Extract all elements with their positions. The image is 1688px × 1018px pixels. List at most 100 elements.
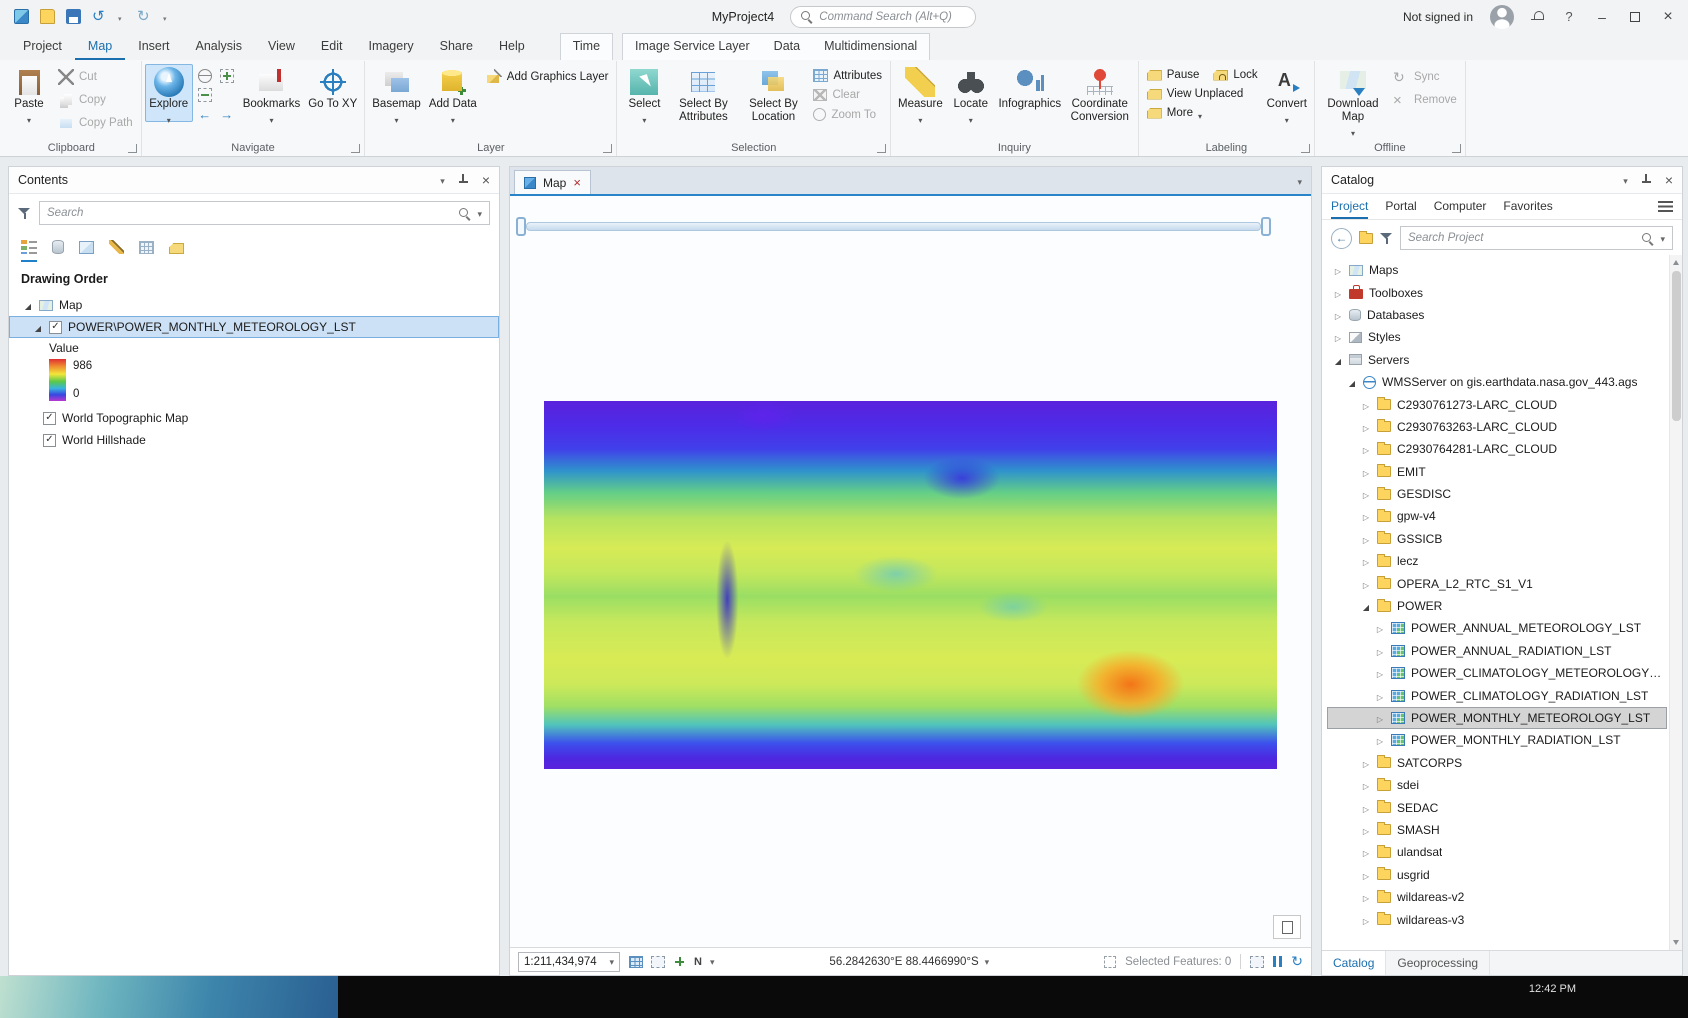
expander-icon[interactable]	[1361, 845, 1371, 859]
tab-help[interactable]: Help	[486, 33, 538, 60]
download-map-button[interactable]: Download Map	[1318, 64, 1388, 135]
lock-labels-button[interactable]: Lock	[1211, 68, 1259, 82]
catalog-search-box[interactable]	[1400, 226, 1673, 250]
contents-item-map[interactable]: Map	[9, 294, 499, 316]
time-slider-end-handle[interactable]	[1261, 217, 1271, 236]
expander-icon[interactable]	[1375, 666, 1385, 680]
expander-icon[interactable]	[1375, 621, 1385, 635]
catalog-item-folder[interactable]: ulandsat	[1327, 841, 1667, 863]
add-data-button[interactable]: Add Data	[425, 64, 481, 122]
catalog-item-folder[interactable]: SEDAC	[1327, 796, 1667, 818]
tab-analysis[interactable]: Analysis	[183, 33, 256, 60]
sync-button[interactable]: Sync	[1391, 68, 1459, 86]
bottom-tab-catalog[interactable]: Catalog	[1322, 951, 1386, 975]
layout-grid-icon[interactable]	[1250, 956, 1264, 968]
view-unplaced-button[interactable]: View Unplaced	[1145, 87, 1260, 101]
catalog-item-folder[interactable]: C2930764281-LARC_CLOUD	[1327, 438, 1667, 460]
undo-chevron-icon[interactable]	[118, 10, 126, 24]
tab-project[interactable]: Project	[10, 33, 75, 60]
copy-button[interactable]: Copy	[56, 91, 135, 109]
bottom-tab-geoprocessing[interactable]: Geoprocessing	[1386, 951, 1490, 975]
coordinate-conversion-button[interactable]: Coordinate Conversion	[1065, 64, 1135, 127]
expander-icon[interactable]	[1375, 644, 1385, 658]
layer-visibility-checkbox[interactable]	[43, 412, 56, 425]
map-view-tab[interactable]: Map	[514, 170, 591, 194]
layer-visibility-checkbox[interactable]	[43, 434, 56, 447]
back-button[interactable]	[1331, 228, 1352, 249]
dialog-launcher-icon[interactable]	[351, 144, 360, 153]
catalog-item-databases[interactable]: Databases	[1327, 304, 1667, 326]
contents-search-input[interactable]	[47, 207, 452, 219]
fixed-zoom-in-icon[interactable]	[220, 69, 234, 83]
select-button[interactable]: Select	[620, 64, 668, 122]
expander-icon[interactable]	[1361, 577, 1371, 591]
expander-icon[interactable]	[1361, 487, 1371, 501]
pause-labeling-button[interactable]: Pause	[1145, 68, 1202, 82]
zoom-to-button[interactable]: Zoom To	[811, 107, 884, 122]
refresh-icon[interactable]	[1291, 953, 1303, 970]
catalog-item-layer-selected[interactable]: POWER_MONTHLY_METEOROLOGY_LST	[1327, 707, 1667, 729]
tab-map[interactable]: Map	[75, 33, 125, 60]
filter-icon[interactable]	[18, 207, 31, 220]
maximize-button[interactable]	[1627, 9, 1643, 25]
list-by-selection-button[interactable]	[79, 241, 94, 262]
more-labeling-button[interactable]: More	[1145, 106, 1260, 120]
catalog-item-layer[interactable]: POWER_MONTHLY_RADIATION_LST	[1327, 729, 1667, 751]
avatar[interactable]	[1490, 5, 1514, 29]
expander-icon[interactable]	[1361, 509, 1371, 523]
catalog-item-folder[interactable]: sdei	[1327, 774, 1667, 796]
catalog-item-folder[interactable]: SMASH	[1327, 819, 1667, 841]
catalog-item-folder[interactable]: OPERA_L2_RTC_S1_V1	[1327, 572, 1667, 594]
paste-button[interactable]: Paste	[5, 64, 53, 122]
chevron-down-icon[interactable]	[440, 173, 445, 187]
undo-icon[interactable]	[92, 9, 107, 24]
contents-item-hillshade[interactable]: World Hillshade	[9, 429, 499, 451]
catalog-item-folder[interactable]: GESDISC	[1327, 483, 1667, 505]
scrollbar-thumb[interactable]	[1672, 271, 1681, 421]
expander-icon[interactable]	[33, 320, 43, 334]
contents-item-power-layer[interactable]: POWER\POWER_MONTHLY_METEOROLOGY_LST	[9, 316, 499, 338]
chevron-down-icon[interactable]	[1623, 173, 1628, 187]
catalog-item-folder[interactable]: lecz	[1327, 550, 1667, 572]
contents-item-topographic[interactable]: World Topographic Map	[9, 407, 499, 429]
catalog-item-folder[interactable]: SATCORPS	[1327, 752, 1667, 774]
expander-icon[interactable]	[1361, 778, 1371, 792]
scroll-down-icon[interactable]	[1673, 940, 1679, 945]
pause-drawing-icon[interactable]	[1273, 956, 1282, 967]
explore-button[interactable]: Explore	[145, 64, 193, 122]
expander-icon[interactable]	[1375, 689, 1385, 703]
catalog-tab-favorites[interactable]: Favorites	[1503, 194, 1552, 219]
zoom-to-selection-icon[interactable]	[219, 87, 235, 103]
tab-imagery[interactable]: Imagery	[355, 33, 426, 60]
power-monthly-meteorology-raster[interactable]	[544, 401, 1277, 769]
catalog-item-folder[interactable]: usgrid	[1327, 864, 1667, 886]
select-by-location-button[interactable]: Select By Location	[738, 64, 808, 127]
catalog-item-layer[interactable]: POWER_ANNUAL_RADIATION_LST	[1327, 640, 1667, 662]
catalog-tab-project[interactable]: Project	[1331, 194, 1368, 219]
coordinates-readout[interactable]: 56.2842630°E 88.4466990°S	[723, 956, 1095, 968]
locate-button[interactable]: Locate	[947, 64, 995, 122]
list-by-data-source-button[interactable]	[52, 240, 64, 262]
catalog-item-wmsserver[interactable]: WMSServer on gis.earthdata.nasa.gov_443.…	[1327, 371, 1667, 393]
notifications-icon[interactable]	[1531, 10, 1544, 24]
bookmarks-button[interactable]: Bookmarks	[239, 64, 305, 122]
dialog-launcher-icon[interactable]	[603, 144, 612, 153]
tab-image-service-layer[interactable]: Image Service Layer	[623, 34, 762, 60]
dialog-launcher-icon[interactable]	[1301, 144, 1310, 153]
redo-icon[interactable]	[137, 9, 152, 24]
up-one-level-icon[interactable]	[1359, 233, 1373, 244]
scale-combobox[interactable]: 1:211,434,974	[518, 952, 620, 972]
expander-icon[interactable]	[1361, 890, 1371, 904]
expander-icon[interactable]	[1361, 913, 1371, 927]
sign-in-status[interactable]: Not signed in	[1403, 10, 1473, 24]
pin-icon[interactable]	[458, 174, 469, 186]
convert-labels-button[interactable]: Convert	[1263, 64, 1311, 122]
add-graphics-layer-button[interactable]: Add Graphics Layer	[484, 68, 611, 86]
list-by-editing-button[interactable]	[109, 240, 124, 262]
expander-icon[interactable]	[1333, 330, 1343, 344]
fixed-zoom-out-icon[interactable]	[198, 88, 212, 102]
catalog-item-folder[interactable]: EMIT	[1327, 461, 1667, 483]
expander-icon[interactable]	[1361, 756, 1371, 770]
expander-icon[interactable]	[1375, 711, 1385, 725]
expander-icon[interactable]	[1347, 375, 1357, 389]
